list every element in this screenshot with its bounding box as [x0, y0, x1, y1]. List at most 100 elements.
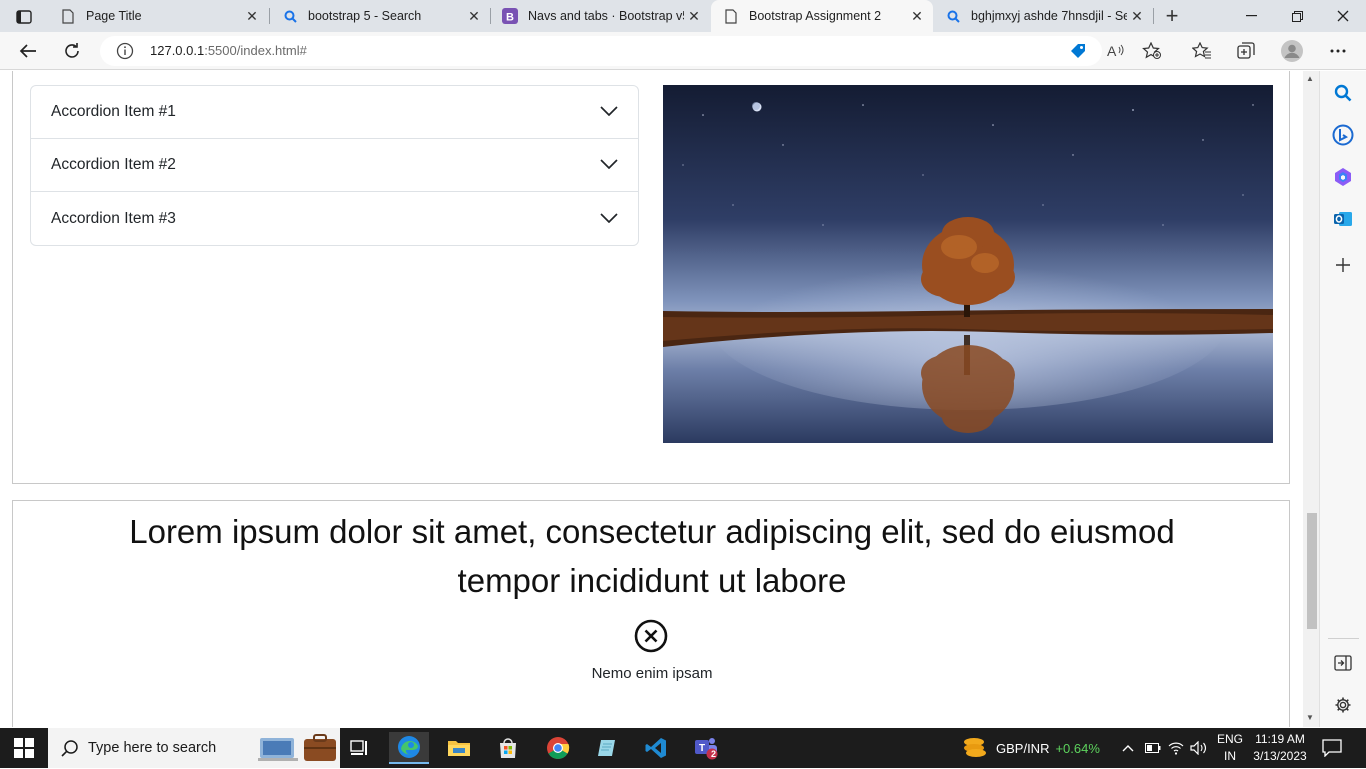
outlook-icon[interactable]	[1331, 207, 1355, 231]
task-view-icon[interactable]	[340, 732, 380, 764]
accordion-item-label: Accordion Item #3	[51, 209, 176, 227]
search-highlight-image	[258, 732, 338, 769]
scroll-up-arrow-icon[interactable]: ▲	[1306, 74, 1314, 83]
clock[interactable]: 11:19 AM 3/13/2023	[1248, 731, 1312, 765]
accordion-item-label: Accordion Item #2	[51, 156, 176, 173]
caption-text: Nemo enim ipsam	[591, 665, 713, 682]
notifications-icon[interactable]	[1322, 728, 1342, 768]
chrome-icon[interactable]	[538, 732, 578, 764]
close-icon[interactable]: ✕	[684, 6, 704, 26]
vscode-icon[interactable]	[636, 732, 676, 764]
accordion-item-3[interactable]: Accordion Item #3	[31, 192, 638, 245]
show-hidden-icons-chevron-icon[interactable]	[1122, 728, 1134, 768]
new-tab-button[interactable]: +	[1160, 3, 1184, 28]
tab-bootstrap-search[interactable]: bootstrap 5 - Search ✕	[270, 0, 490, 32]
tab-title: Page Title	[86, 9, 142, 23]
night-tree-photo	[663, 85, 1273, 443]
page-viewport: Accordion Item #1 Accordion Item #2 Acco…	[0, 71, 1303, 727]
microsoft-store-icon[interactable]	[488, 732, 528, 764]
language-indicator[interactable]: ENG IN	[1212, 731, 1248, 765]
read-aloud-icon[interactable]: A	[1102, 37, 1130, 65]
search-icon	[61, 739, 79, 762]
chevron-down-icon	[600, 156, 618, 174]
search-icon	[945, 8, 961, 24]
svg-text:A: A	[1107, 43, 1117, 59]
vertical-scrollbar[interactable]: ▲ ▼	[1303, 71, 1319, 727]
chevron-down-icon	[600, 210, 618, 228]
settings-gear-icon[interactable]	[1331, 693, 1355, 717]
info-icon[interactable]	[116, 42, 134, 60]
svg-text:T: T	[699, 743, 705, 754]
taskbar-search-placeholder: Type here to search	[88, 740, 217, 756]
accordion-item-2[interactable]: Accordion Item #2	[31, 139, 638, 192]
currency-icon	[962, 736, 988, 761]
tab-title: bootstrap 5 - Search	[308, 9, 422, 23]
clock-time: 11:19 AM	[1255, 732, 1305, 746]
language-code: ENG	[1216, 732, 1243, 746]
accordion: Accordion Item #1 Accordion Item #2 Acco…	[30, 85, 639, 246]
favorites-icon[interactable]	[1188, 37, 1216, 65]
more-options-icon[interactable]	[1324, 37, 1352, 65]
tab-navs-and-tabs[interactable]: B Navs and tabs · Bootstrap v5. ✕	[490, 0, 710, 32]
bootstrap-icon: B	[502, 8, 518, 24]
clock-date: 3/13/2023	[1253, 749, 1307, 763]
shopping-tag-icon[interactable]	[1068, 41, 1088, 61]
teams-badge: 2	[711, 749, 717, 759]
profile-avatar[interactable]	[1278, 37, 1306, 65]
url-text: 127.0.0.1:5500/index.html#	[150, 43, 307, 58]
close-window-button[interactable]	[1320, 0, 1366, 32]
address-bar[interactable]: 127.0.0.1:5500/index.html#	[100, 36, 1102, 66]
teams-icon[interactable]: T 2	[686, 732, 726, 764]
accordion-item-label: Accordion Item #1	[51, 103, 176, 120]
close-icon[interactable]: ✕	[907, 6, 927, 26]
close-icon[interactable]: ✕	[1127, 6, 1147, 26]
add-favorite-icon[interactable]	[1138, 37, 1166, 65]
sidebar-divider	[1328, 638, 1359, 639]
office-icon[interactable]	[1331, 165, 1355, 189]
file-explorer-icon[interactable]	[439, 732, 479, 764]
bottom-section: Lorem ipsum dolor sit amet, consectetur …	[12, 500, 1290, 727]
tab-actions-icon[interactable]	[10, 6, 38, 28]
hide-sidebar-icon[interactable]	[1331, 651, 1355, 675]
restore-button[interactable]	[1274, 0, 1320, 32]
back-arrow-icon[interactable]	[14, 37, 42, 65]
collections-icon[interactable]	[1232, 37, 1260, 65]
edge-browser-icon[interactable]	[389, 732, 429, 764]
page-icon	[723, 8, 739, 24]
lead-heading: Lorem ipsum dolor sit amet, consectetur …	[129, 513, 1175, 599]
tab-strip: Page Title ✕ bootstrap 5 - Search ✕ B Na…	[0, 0, 1366, 32]
battery-icon[interactable]	[1145, 728, 1161, 768]
region-code: IN	[1224, 749, 1236, 763]
stock-ticker[interactable]: GBP/INR +0.64%	[962, 728, 1100, 768]
refresh-icon[interactable]	[58, 37, 86, 65]
close-icon[interactable]: ✕	[242, 6, 262, 26]
tab-bootstrap-assignment[interactable]: Bootstrap Assignment 2 ✕	[711, 0, 933, 32]
edge-sidebar	[1319, 71, 1366, 727]
tab-separator	[1153, 8, 1154, 24]
taskbar-search-box[interactable]: Type here to search	[48, 728, 340, 768]
close-circle-icon[interactable]	[634, 619, 668, 653]
sidebar-search-icon[interactable]	[1331, 81, 1355, 105]
url-host: 127.0.0.1	[150, 43, 205, 58]
browser-toolbar: 127.0.0.1:5500/index.html# A	[0, 32, 1366, 70]
wifi-icon[interactable]	[1168, 728, 1184, 768]
svg-text:B: B	[506, 12, 514, 24]
ticker-change: +0.64%	[1055, 740, 1100, 756]
url-path: :5500/index.html#	[204, 43, 307, 58]
bing-chat-icon[interactable]	[1331, 123, 1355, 147]
add-sidebar-app-icon[interactable]	[1331, 253, 1355, 277]
scroll-down-arrow-icon[interactable]: ▼	[1306, 713, 1314, 722]
tab-page-title[interactable]: Page Title ✕	[48, 0, 268, 32]
volume-icon[interactable]	[1190, 728, 1208, 768]
close-icon[interactable]: ✕	[464, 6, 484, 26]
tab-title: Bootstrap Assignment 2	[749, 9, 882, 23]
notes-app-icon[interactable]	[587, 732, 627, 764]
accordion-item-1[interactable]: Accordion Item #1	[31, 86, 638, 139]
tab-title: Navs and tabs · Bootstrap v5.	[528, 9, 684, 23]
tab-search-query[interactable]: bghjmxyj ashde 7hnsdjil - Sea ✕	[933, 0, 1153, 32]
minimize-button[interactable]	[1228, 0, 1274, 32]
tab-title: bghjmxyj ashde 7hnsdjil - Sea	[971, 9, 1127, 23]
scrollbar-thumb[interactable]	[1307, 513, 1317, 629]
windows-start-icon[interactable]	[14, 738, 34, 758]
chevron-down-icon	[600, 103, 618, 121]
